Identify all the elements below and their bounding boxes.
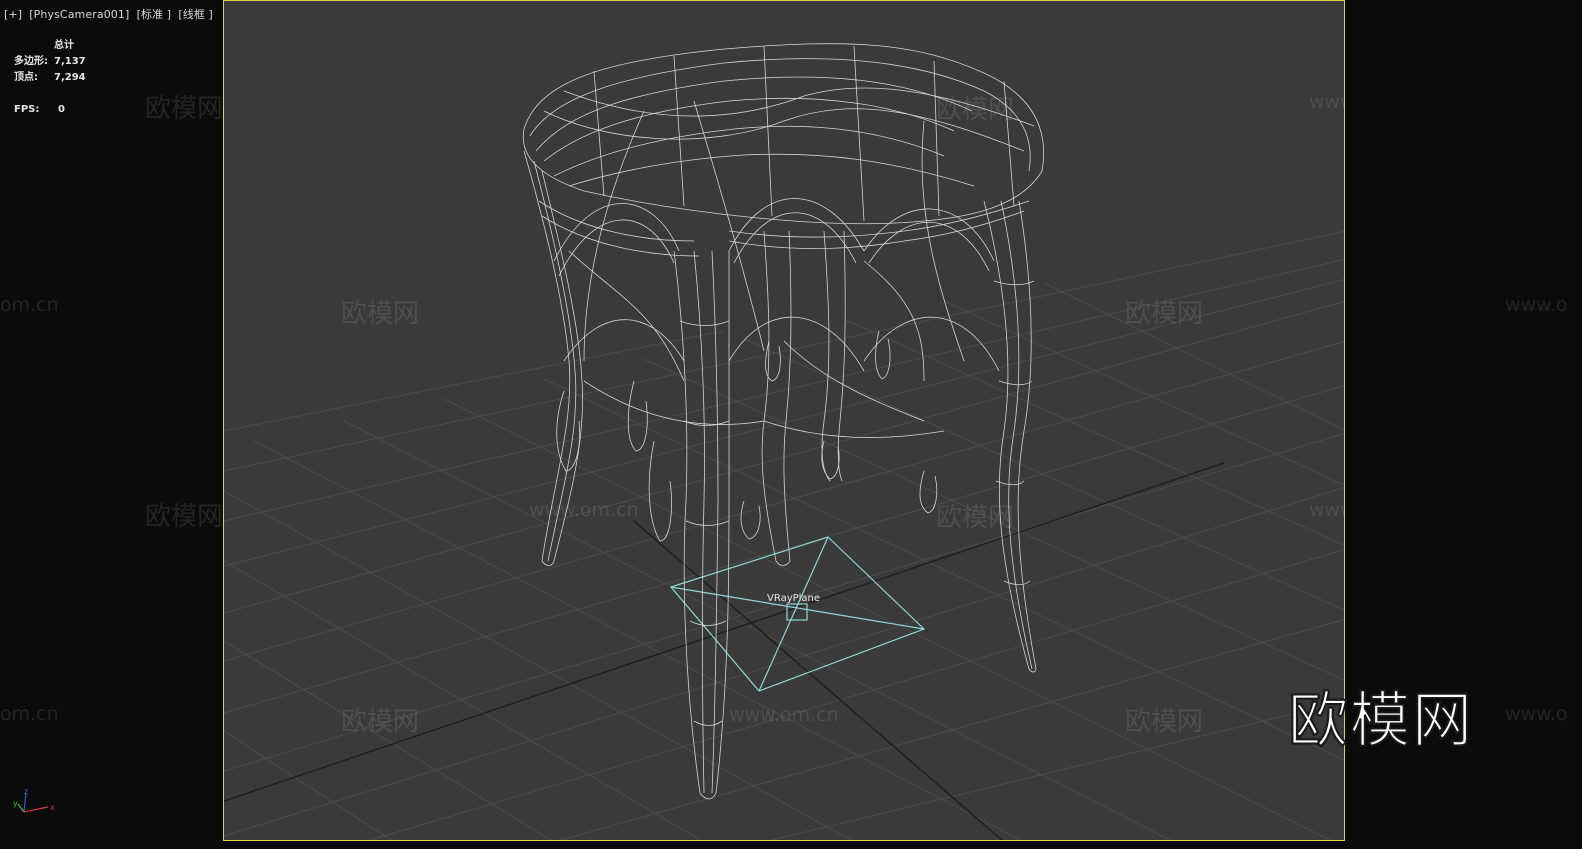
polygons-row: 多边形: 7,137: [14, 54, 86, 70]
brand-logo: 欧模网: [1287, 685, 1474, 757]
stool-wireframe[interactable]: [522, 43, 1045, 800]
gizmo-z-label: z: [24, 788, 28, 796]
vertices-row: 顶点: 7,294: [14, 70, 86, 86]
scene-statistics: 总计 多边形: 7,137 顶点: 7,294 FPS: 0: [14, 38, 86, 118]
watermark-url: www.om.cn: [1309, 499, 1344, 521]
polygons-label: 多边形:: [14, 56, 48, 67]
fps-label: FPS:: [14, 104, 40, 115]
watermark-url: www.om.cn: [729, 704, 839, 726]
watermark-url: www.om.cn: [1309, 91, 1344, 113]
vertices-label: 顶点:: [14, 72, 38, 83]
perspective-viewport[interactable]: VRayPlane 欧模网 www.om.cn 欧模网 欧模网 www.om.c…: [223, 0, 1345, 841]
watermark-text: 欧模网: [341, 299, 420, 329]
watermark-text: 欧模网: [145, 502, 224, 532]
watermark-url: om.cn: [0, 294, 59, 316]
viewport-window[interactable]: [+] [PhysCamera001] [标准 ] [线框 ] 总计 多边形: …: [0, 0, 1582, 849]
watermark-text: 欧模网: [936, 95, 1015, 125]
watermark-text: 欧模网: [1125, 707, 1204, 737]
watermark-text: 欧模网: [1125, 299, 1204, 329]
gizmo-y-label: y: [13, 799, 18, 808]
stats-header: 总计: [54, 40, 74, 51]
polygons-value: 7,137: [54, 56, 86, 67]
watermark-url: om.cn: [0, 703, 59, 725]
grid-main-axes: [224, 462, 1225, 840]
watermark-url: www.o: [1505, 294, 1568, 316]
vertices-value: 7,294: [54, 72, 86, 83]
watermark-text: 欧模网: [341, 707, 420, 737]
vray-plane-label[interactable]: VRayPlane: [767, 593, 820, 604]
vray-plane-gizmo[interactable]: [669, 536, 926, 692]
watermark-text: 欧模网: [936, 503, 1015, 533]
viewport-menu-label[interactable]: [+] [PhysCamera001] [标准 ] [线框 ]: [4, 6, 213, 22]
fps-row: FPS: 0: [14, 102, 86, 118]
fps-value: 0: [58, 104, 65, 115]
watermark-url: www.om.cn: [529, 499, 639, 521]
watermark-url: www.o: [1505, 703, 1568, 725]
gizmo-x-label: x: [50, 803, 55, 812]
watermark-text: 欧模网: [145, 94, 224, 124]
axis-gizmo-icon: x z y: [13, 788, 55, 813]
